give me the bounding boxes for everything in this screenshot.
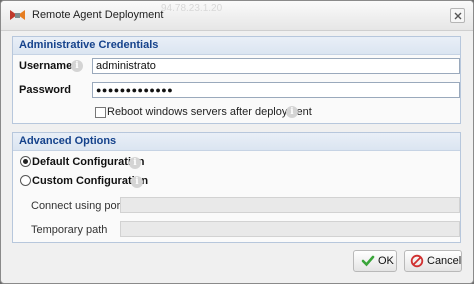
password-input[interactable]: ●●●●●●●●●●●●● — [92, 82, 460, 98]
username-label: Username — [19, 60, 73, 72]
close-icon — [454, 12, 462, 20]
window-title: Remote Agent Deployment — [32, 9, 164, 21]
ok-label: OK — [378, 255, 394, 267]
close-button[interactable] — [450, 8, 465, 23]
deployment-icon — [10, 10, 25, 20]
reboot-checkbox[interactable] — [95, 107, 106, 118]
background-ip-text: 94.78.23.1.20 — [161, 3, 223, 14]
username-info-icon[interactable]: i — [71, 60, 83, 72]
default-config-radio[interactable] — [20, 156, 31, 167]
reboot-info-icon[interactable]: i — [286, 106, 298, 118]
cancel-icon — [410, 254, 424, 268]
remote-agent-deployment-dialog: Remote Agent Deployment 94.78.23.1.20 Ad… — [0, 0, 474, 284]
temp-path-label: Temporary path — [31, 224, 108, 236]
default-config-label[interactable]: Default Configuration — [32, 156, 144, 168]
credentials-header: Administrative Credentials — [13, 37, 460, 55]
custom-config-info-icon[interactable]: i — [131, 176, 143, 188]
default-config-info-icon[interactable]: i — [129, 157, 141, 169]
checkmark-icon — [361, 255, 375, 267]
ok-button[interactable]: OK — [353, 250, 397, 272]
cancel-button[interactable]: Cancel — [404, 250, 462, 272]
username-input[interactable]: administrato — [92, 58, 460, 74]
cancel-label: Cancel — [427, 255, 462, 267]
password-label: Password — [19, 84, 71, 96]
reboot-label[interactable]: Reboot windows servers after deployment — [107, 106, 312, 118]
credentials-fieldset: Administrative Credentials Username i ad… — [12, 36, 461, 124]
port-label: Connect using port — [31, 200, 124, 212]
advanced-fieldset: Advanced Options Default Configuration i… — [12, 132, 461, 243]
advanced-header: Advanced Options — [13, 133, 460, 151]
title-bar[interactable]: Remote Agent Deployment 94.78.23.1.20 — [1, 1, 473, 31]
temp-path-input — [120, 221, 460, 237]
port-input — [120, 197, 460, 213]
custom-config-radio[interactable] — [20, 175, 31, 186]
